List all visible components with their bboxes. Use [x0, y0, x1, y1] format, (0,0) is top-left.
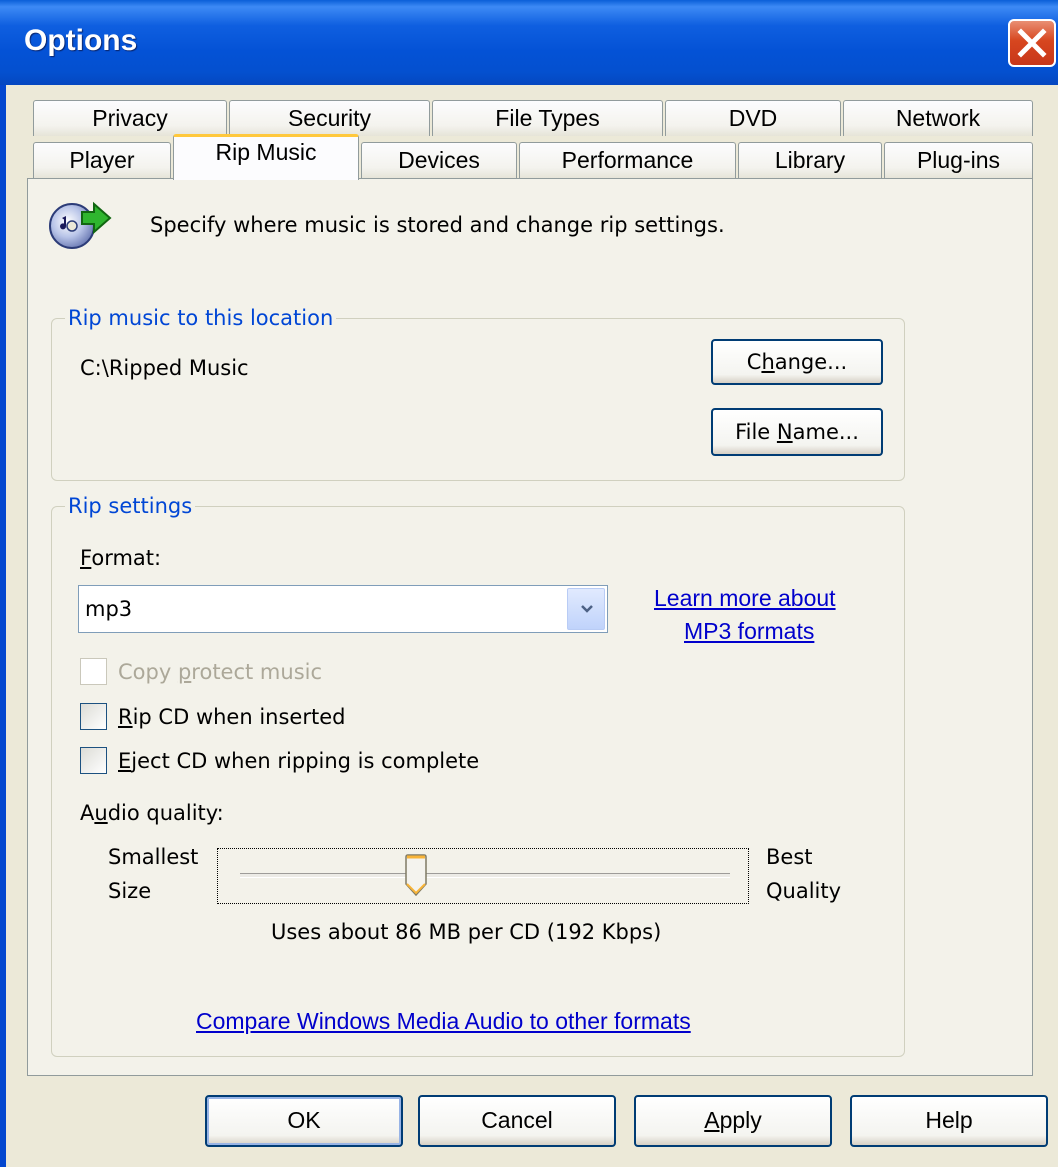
learn-more-link[interactable]: Learn more about	[654, 585, 836, 612]
rip-settings-group-label: Rip settings	[65, 494, 196, 518]
close-icon	[1017, 28, 1047, 58]
slider-thumb[interactable]	[405, 854, 428, 897]
rip-location-path: C:\Ripped Music	[80, 356, 249, 380]
ok-button[interactable]: OK	[205, 1095, 403, 1147]
tab-file-types[interactable]: File Types	[432, 100, 663, 136]
dropdown-button[interactable]	[567, 588, 605, 630]
file-name-button[interactable]: File Name...	[711, 408, 883, 456]
format-dropdown[interactable]: mp3	[78, 585, 608, 633]
window-frame	[0, 85, 6, 1167]
title-bar[interactable]: Options	[0, 0, 1058, 85]
rip-music-cd-icon	[46, 198, 116, 250]
tab-devices[interactable]: Devices	[361, 142, 517, 178]
tab-player[interactable]: Player	[33, 142, 171, 178]
window-title: Options	[24, 24, 138, 57]
audio-quality-label: Audio quality:	[80, 801, 224, 825]
eject-cd-checkbox[interactable]	[80, 747, 107, 774]
disk-usage-text: Uses about 86 MB per CD (192 Kbps)	[271, 920, 662, 944]
close-button[interactable]	[1008, 19, 1056, 67]
panel-description: Specify where music is stored and change…	[150, 213, 725, 237]
compare-formats-link[interactable]: Compare Windows Media Audio to other for…	[196, 1008, 691, 1035]
chevron-down-icon	[581, 605, 593, 613]
audio-quality-slider[interactable]	[240, 873, 730, 878]
change-button[interactable]: Change...	[711, 339, 883, 385]
eject-cd-label: Eject CD when ripping is complete	[118, 749, 480, 773]
copy-protect-label: Copy protect music	[118, 660, 323, 684]
apply-button[interactable]: Apply	[634, 1095, 832, 1147]
tab-rip-music[interactable]: Rip Music	[173, 134, 359, 180]
format-selected-value: mp3	[85, 597, 133, 621]
help-button[interactable]: Help	[850, 1095, 1048, 1147]
tab-library[interactable]: Library	[738, 142, 882, 178]
tab-network[interactable]: Network	[843, 100, 1033, 136]
tab-plug-ins[interactable]: Plug-ins	[884, 142, 1033, 178]
tab-security[interactable]: Security	[229, 100, 430, 136]
rip-cd-label: Rip CD when inserted	[118, 705, 346, 729]
best-label: Best	[766, 845, 813, 869]
mp3-formats-link[interactable]: MP3 formats	[684, 618, 814, 645]
location-group-label: Rip music to this location	[65, 306, 337, 330]
size-label: Size	[108, 879, 152, 903]
tab-performance[interactable]: Performance	[519, 142, 736, 178]
tab-privacy[interactable]: Privacy	[33, 100, 227, 136]
smallest-label: Smallest	[108, 845, 199, 869]
rip-cd-checkbox[interactable]	[80, 703, 107, 730]
copy-protect-checkbox[interactable]	[80, 658, 107, 685]
tab-dvd[interactable]: DVD	[665, 100, 841, 136]
quality-label: Quality	[766, 879, 842, 903]
cancel-button[interactable]: Cancel	[418, 1095, 616, 1147]
format-label: Format:	[80, 546, 162, 570]
